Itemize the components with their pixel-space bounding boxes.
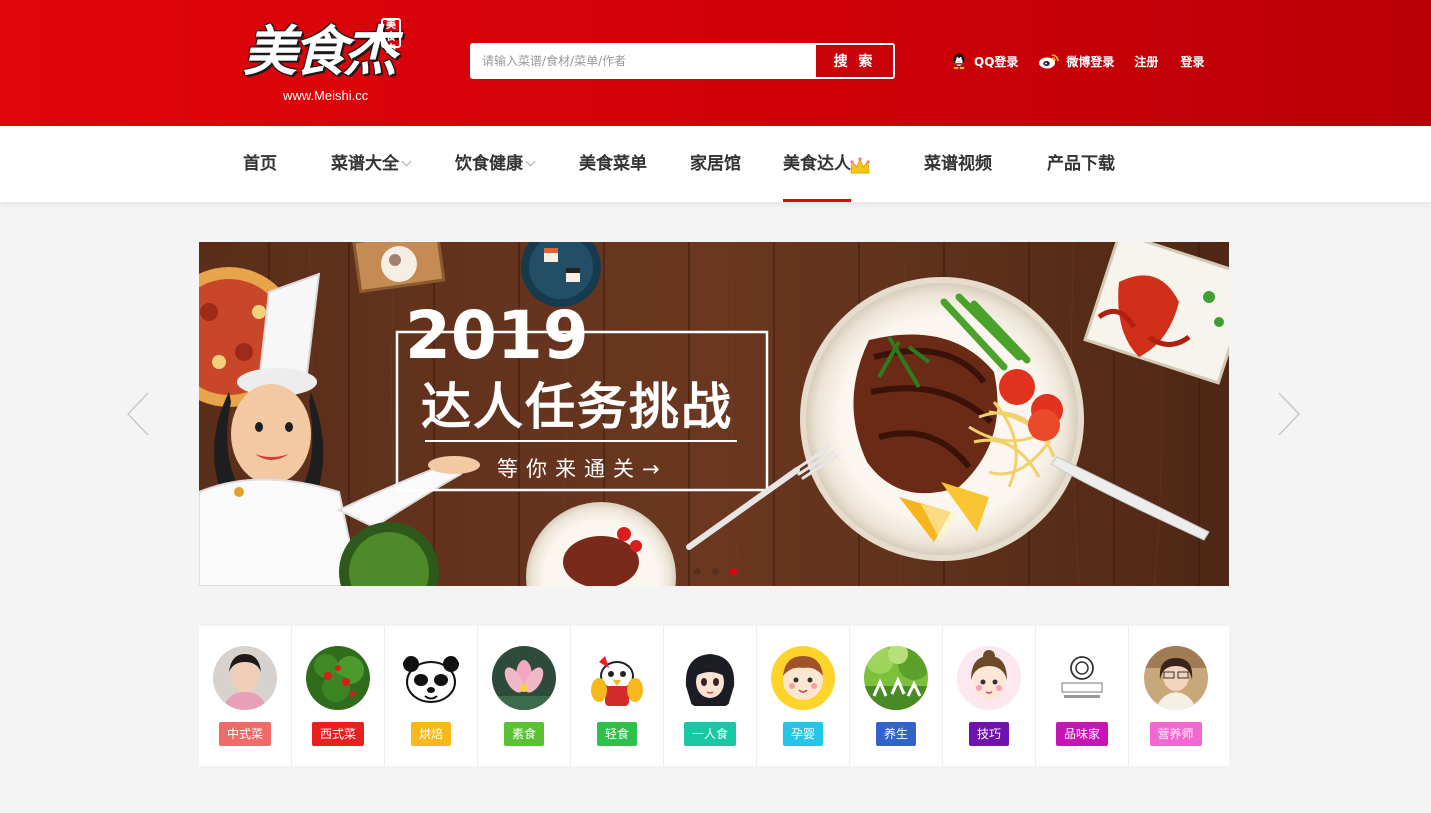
nav-experts-label: 美食达人 [783, 154, 851, 174]
weibo-icon [1038, 52, 1060, 70]
avatar [678, 646, 742, 710]
category-tag: 品味家 [1055, 722, 1109, 746]
carousel-dot[interactable] [712, 568, 719, 575]
nav-health[interactable]: 饮食健康 [455, 126, 536, 202]
carousel-dot-active[interactable] [730, 568, 737, 575]
weibo-login-link[interactable]: 微博登录 [1038, 52, 1114, 70]
avatar [213, 646, 277, 710]
carousel-prev-arrow-icon[interactable] [127, 392, 149, 436]
category-item[interactable]: 烘焙 [385, 626, 478, 766]
qq-login-label: QQ登录 [974, 54, 1019, 69]
avatar [1050, 646, 1114, 710]
nav-home-goods[interactable]: 家居馆 [690, 126, 741, 202]
nav-experts[interactable]: 美食达人 [783, 126, 870, 202]
nav-videos[interactable]: 菜谱视频 [924, 126, 992, 202]
login-area: QQ登录 微博登录 注册 登录 [950, 50, 1226, 72]
chevron-down-icon [525, 156, 536, 167]
nav-home-goods-label: 家居馆 [690, 154, 741, 174]
nav-home[interactable]: 首页 [243, 126, 277, 202]
carousel-dots [694, 568, 748, 575]
nav-recipes-label: 菜谱大全 [331, 154, 399, 174]
banner-year: 2019 [405, 297, 589, 374]
site-logo[interactable]: 美食杰 美食杰 www.Meishi.cc [243, 16, 401, 106]
search-input[interactable] [472, 45, 816, 77]
category-tag: 营养师 [1149, 722, 1202, 746]
chevron-down-icon [401, 156, 412, 167]
avatar [864, 646, 928, 710]
banner-subline: 等你来通关→ [497, 457, 668, 481]
nav-menus[interactable]: 美食菜单 [579, 126, 647, 202]
logo-seal: 美食杰 [381, 18, 401, 55]
category-item[interactable]: 轻食 [571, 626, 664, 766]
category-item[interactable]: 营养师 [1129, 626, 1222, 766]
avatar [1143, 646, 1208, 710]
category-tag: 技巧 [968, 722, 1010, 746]
register-link[interactable]: 注册 [1134, 53, 1158, 70]
nav-home-label: 首页 [243, 154, 277, 174]
category-item[interactable]: 一人食 [664, 626, 757, 766]
nav-download[interactable]: 产品下载 [1047, 126, 1115, 202]
avatar [306, 646, 370, 710]
category-tag: 孕婴 [782, 722, 824, 746]
category-tag: 素食 [503, 722, 545, 746]
weibo-login-label: 微博登录 [1066, 54, 1115, 69]
category-item[interactable]: 品味家 [1036, 626, 1129, 766]
crown-icon [849, 134, 871, 210]
carousel-dot[interactable] [694, 568, 701, 575]
search-button[interactable]: 搜 索 [816, 45, 893, 77]
category-tag: 西式菜 [311, 722, 365, 746]
category-tag: 一人食 [683, 722, 737, 746]
avatar [771, 646, 835, 710]
category-item[interactable]: 西式菜 [292, 626, 385, 766]
category-tag: 烘焙 [410, 722, 452, 746]
avatar [492, 646, 556, 710]
category-tag: 轻食 [596, 722, 638, 746]
logo-wordmark: 美食杰 [243, 19, 397, 83]
category-item[interactable]: 养生 [850, 626, 943, 766]
hero-banner-illustration: 2019 达人任务挑战 等你来通关→ [199, 242, 1229, 586]
nav-menus-label: 美食菜单 [579, 154, 647, 174]
category-item[interactable]: 中式菜 [199, 626, 292, 766]
expert-category-list: 中式菜 西式菜 烘焙 素食 轻食 一人食 孕婴 养生 技巧 品味家 营养师 [199, 626, 1229, 766]
banner-headline: 达人任务挑战 [421, 378, 733, 436]
category-tag: 中式菜 [218, 722, 272, 746]
qq-penguin-icon [950, 52, 968, 70]
avatar [957, 646, 1021, 710]
search-box: 搜 索 [470, 43, 895, 79]
category-item[interactable]: 技巧 [943, 626, 1036, 766]
category-item[interactable]: 素食 [478, 626, 571, 766]
carousel-next-arrow-icon[interactable] [1278, 392, 1300, 436]
category-item[interactable]: 孕婴 [757, 626, 850, 766]
nav-videos-label: 菜谱视频 [924, 154, 992, 174]
nav-download-label: 产品下载 [1047, 154, 1115, 174]
nav-recipes[interactable]: 菜谱大全 [331, 126, 412, 202]
nav-health-label: 饮食健康 [455, 154, 523, 174]
logo-url: www.Meishi.cc [283, 88, 369, 103]
category-tag: 养生 [875, 722, 917, 746]
main-nav: 首页 菜谱大全 饮食健康 美食菜单 家居馆 美食达人 菜谱视频 产品下载 [0, 126, 1431, 202]
avatar [585, 646, 649, 710]
hero-banner[interactable]: 2019 达人任务挑战 等你来通关→ [199, 242, 1229, 586]
signin-link[interactable]: 登录 [1180, 53, 1204, 70]
qq-login-link[interactable]: QQ登录 [950, 52, 1018, 70]
avatar [399, 646, 463, 710]
site-header: 美食杰 美食杰 www.Meishi.cc 搜 索 QQ登录 [0, 0, 1431, 126]
